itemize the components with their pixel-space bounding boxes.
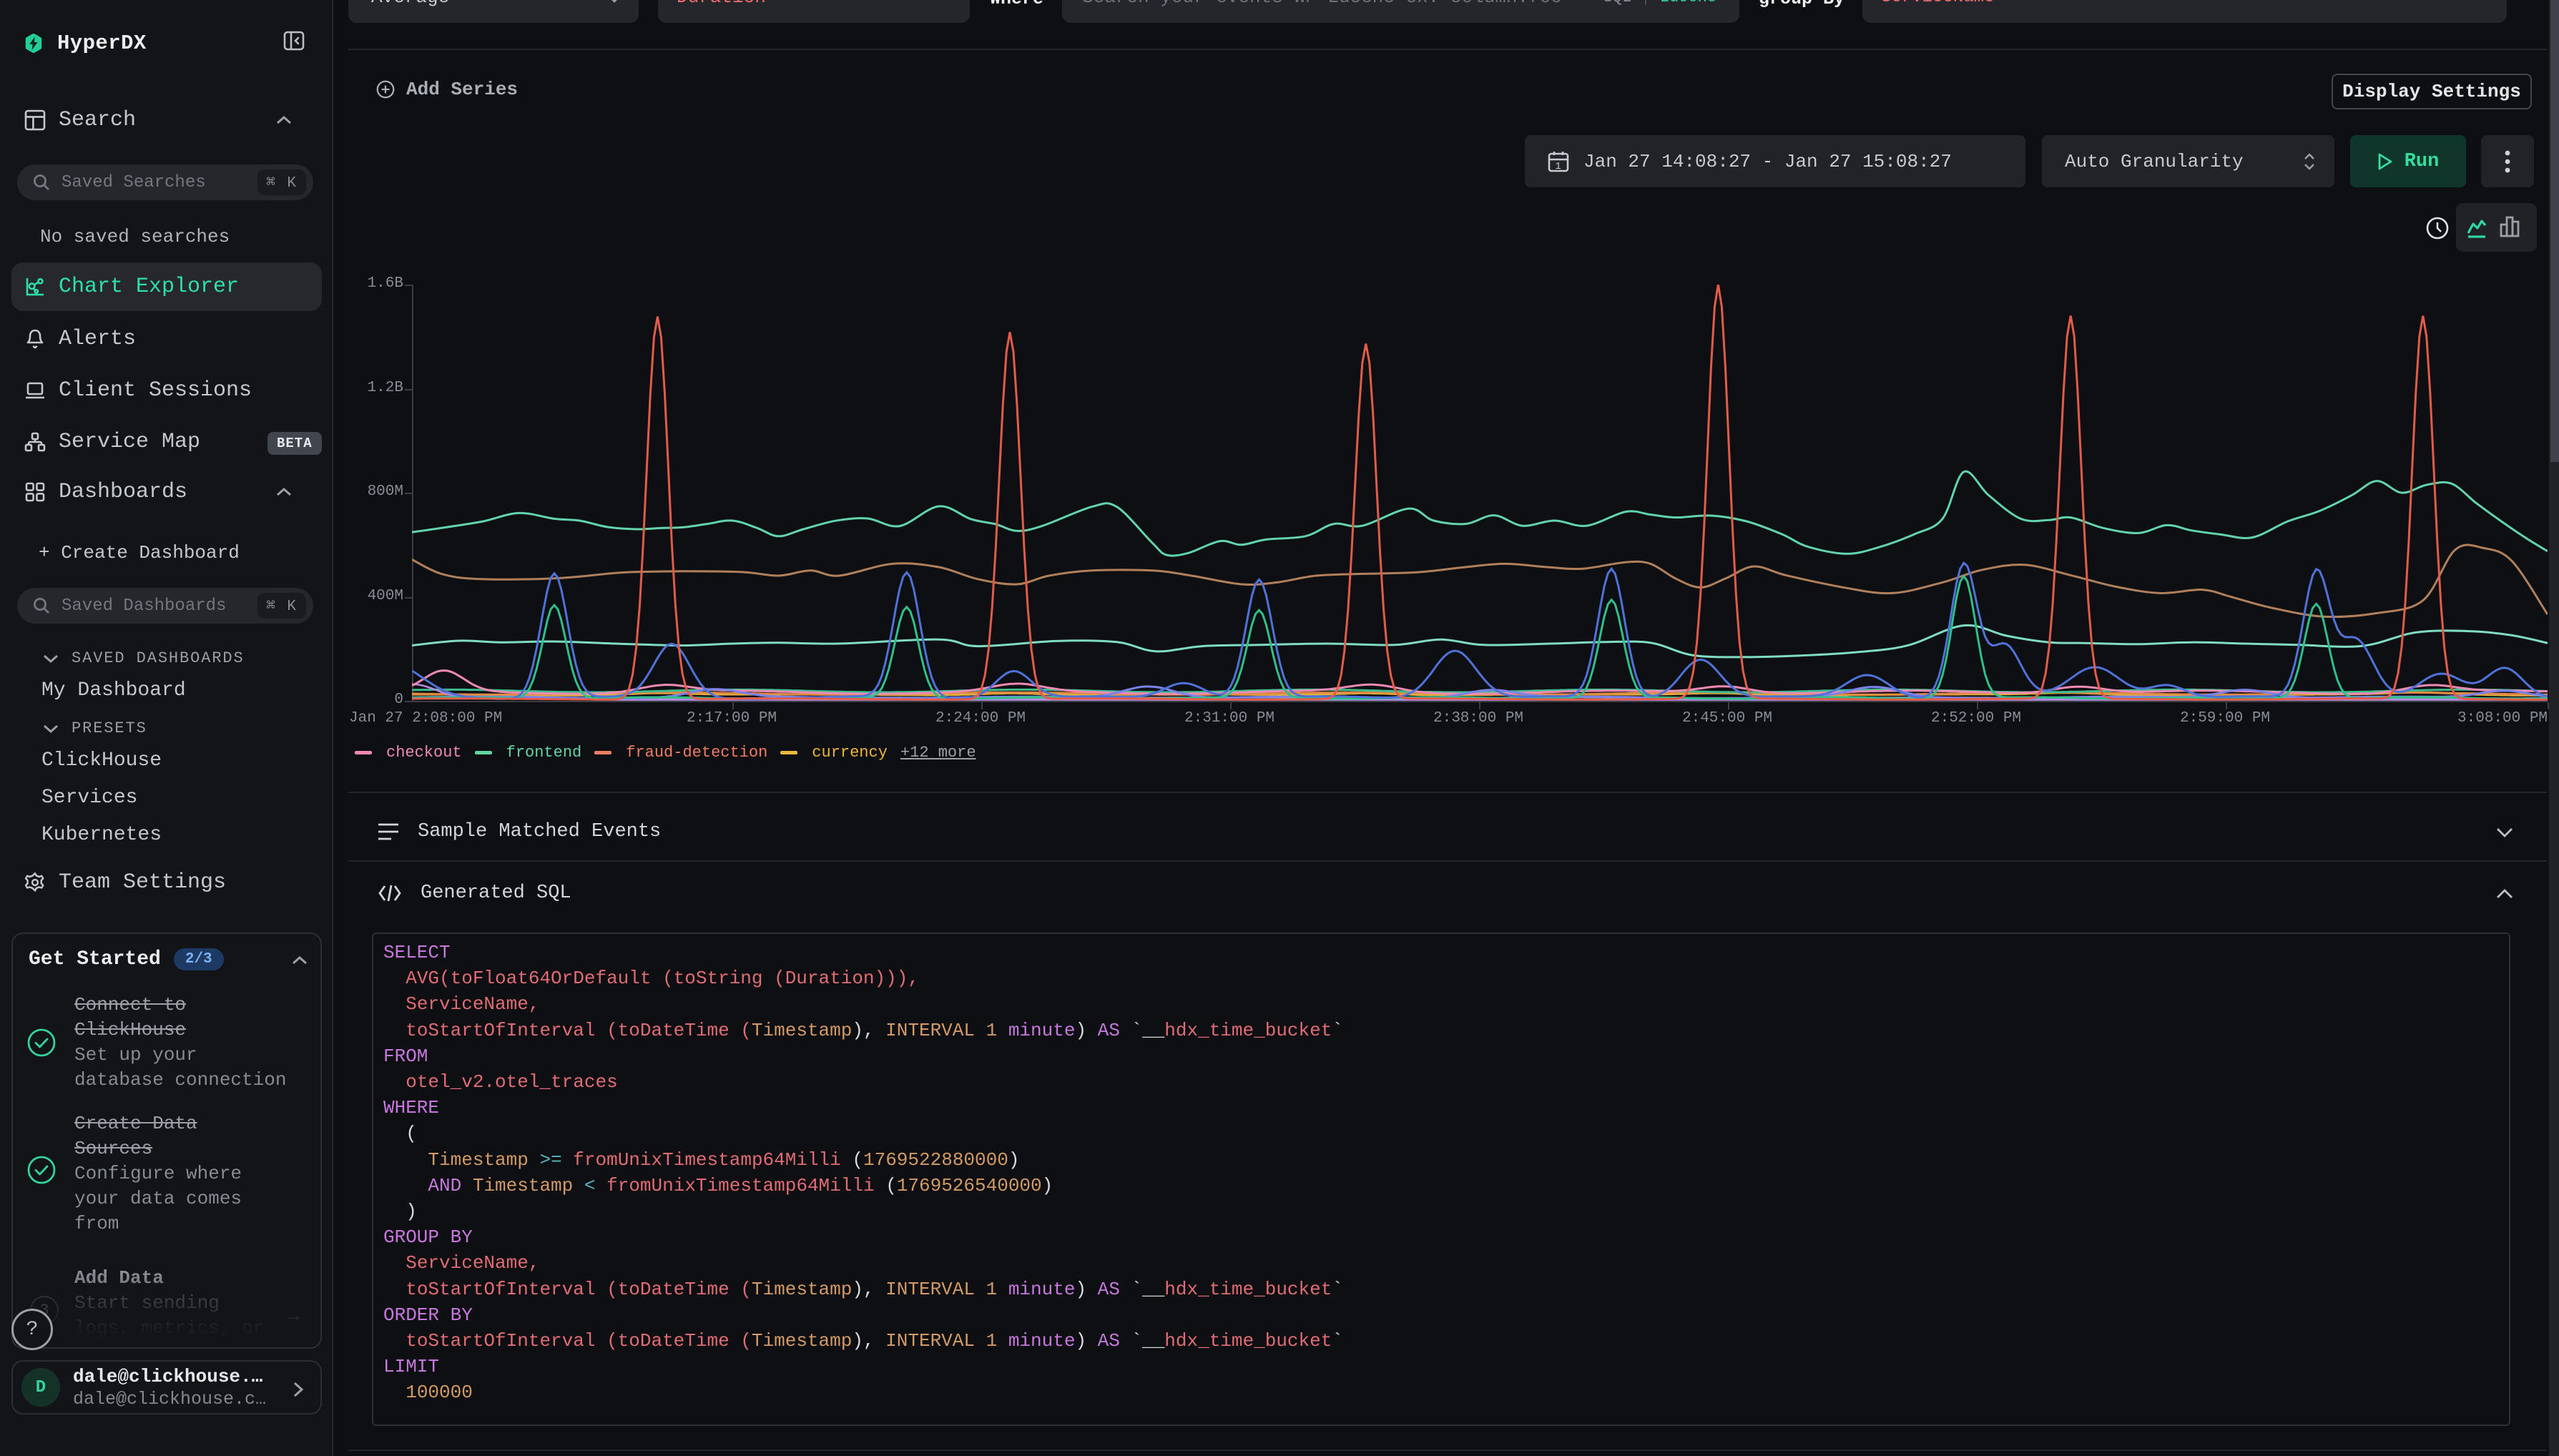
svg-text:1: 1: [1555, 161, 1561, 172]
